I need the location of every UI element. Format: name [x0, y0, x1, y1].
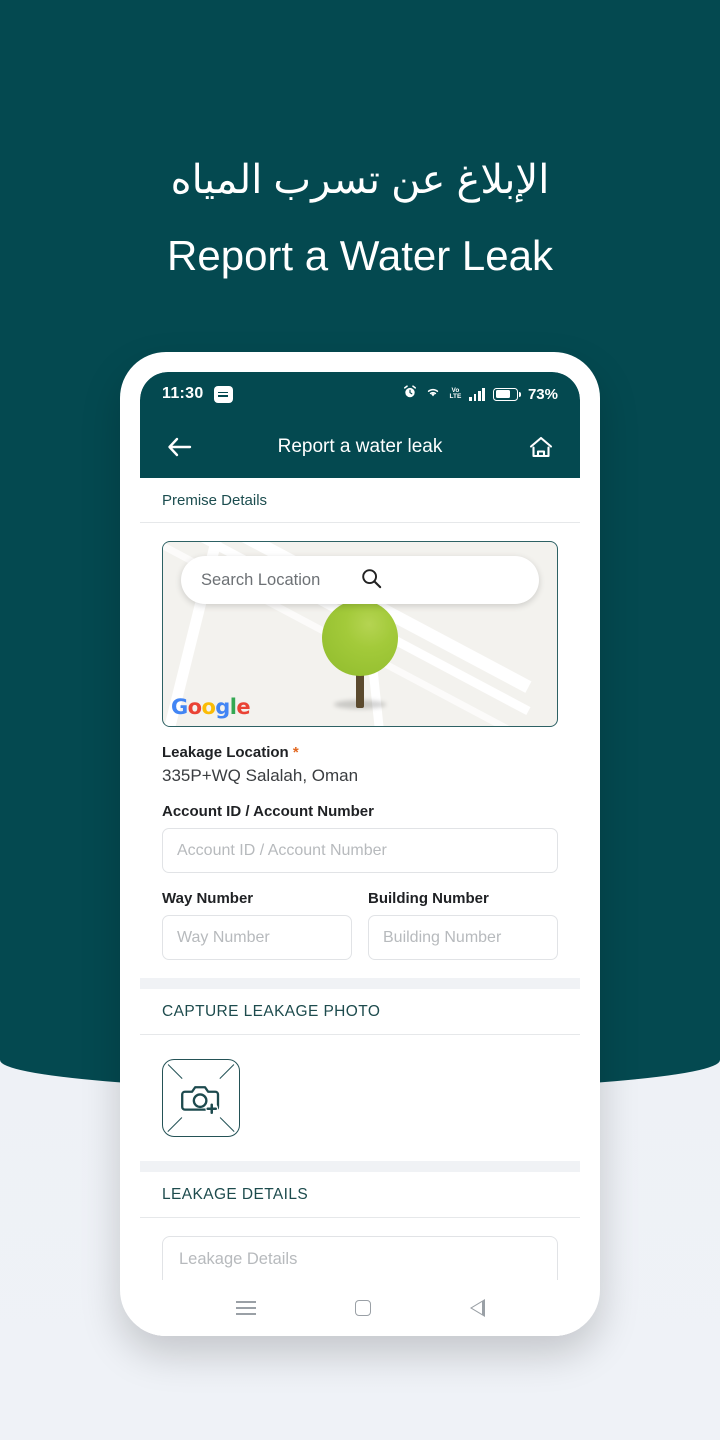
building-number-input[interactable]: Building Number [368, 915, 558, 960]
way-number-input[interactable]: Way Number [162, 915, 352, 960]
status-bar: 11:30 Vo LTE 73% [140, 372, 580, 416]
hero-title-english: Report a Water Leak [167, 232, 553, 279]
app-bar-title: Report a water leak [277, 436, 443, 457]
location-map[interactable]: Google Search Location [162, 541, 558, 727]
triangle-back-icon[interactable] [469, 1299, 485, 1317]
battery-icon [492, 387, 521, 401]
form-scroll-content[interactable]: Premise Details Google Search Location L… [140, 478, 580, 1288]
search-location-placeholder: Search Location [201, 570, 321, 589]
google-attribution: Google [171, 695, 251, 719]
section-divider-band [140, 978, 580, 989]
android-nav-bar [140, 1280, 580, 1336]
phone-mockup: 11:30 Vo LTE 73% Report a water leak Pre… [120, 352, 600, 1336]
square-home-icon[interactable] [354, 1300, 371, 1316]
status-bar-left: 11:30 [162, 385, 233, 403]
leakage-location-label: Leakage Location * [162, 744, 299, 761]
search-icon[interactable] [360, 567, 519, 594]
section-heading-premise: Premise Details [140, 478, 580, 523]
hero-title-arabic: الإبلاغ عن تسرب المياه [170, 158, 550, 202]
back-arrow-icon[interactable] [162, 430, 196, 464]
section-divider-band [140, 1161, 580, 1172]
app-bar: Report a water leak [140, 416, 580, 478]
camera-add-icon[interactable] [162, 1059, 240, 1137]
account-id-label: Account ID / Account Number [162, 803, 374, 820]
alarm-icon [403, 384, 417, 404]
leakage-location-value: 335P+WQ Salalah, Oman [162, 766, 359, 785]
section-heading-photo: CAPTURE LEAKAGE PHOTO [140, 989, 580, 1035]
volte-icon: Vo LTE [449, 386, 462, 400]
section-heading-details: LEAKAGE DETAILS [140, 1172, 580, 1218]
home-icon[interactable] [524, 430, 558, 464]
battery-percent-label: 73% [527, 385, 558, 403]
wifi-icon [425, 385, 441, 403]
account-id-input[interactable]: Account ID / Account Number [162, 828, 558, 873]
way-number-label: Way Number [162, 890, 254, 907]
premise-form: Leakage Location * 335P+WQ Salalah, Oman… [140, 744, 580, 960]
status-bar-right: Vo LTE 73% [403, 384, 558, 404]
signal-bars-icon [469, 387, 485, 401]
phone-screen: 11:30 Vo LTE 73% Report a water leak Pre… [140, 372, 580, 1336]
status-bar-clock: 11:30 [162, 385, 204, 402]
search-location-field[interactable]: Search Location [181, 556, 539, 604]
hero-heading: الإبلاغ عن تسرب المياه Report a Water Le… [0, 150, 720, 288]
map-pin-icon [322, 600, 398, 709]
way-building-row: Way Number Way Number Building Number Bu… [162, 873, 558, 960]
building-number-label: Building Number [368, 890, 489, 907]
menu-icon[interactable] [235, 1301, 256, 1315]
required-asterisk: * [292, 744, 299, 761]
note-icon [213, 385, 233, 403]
